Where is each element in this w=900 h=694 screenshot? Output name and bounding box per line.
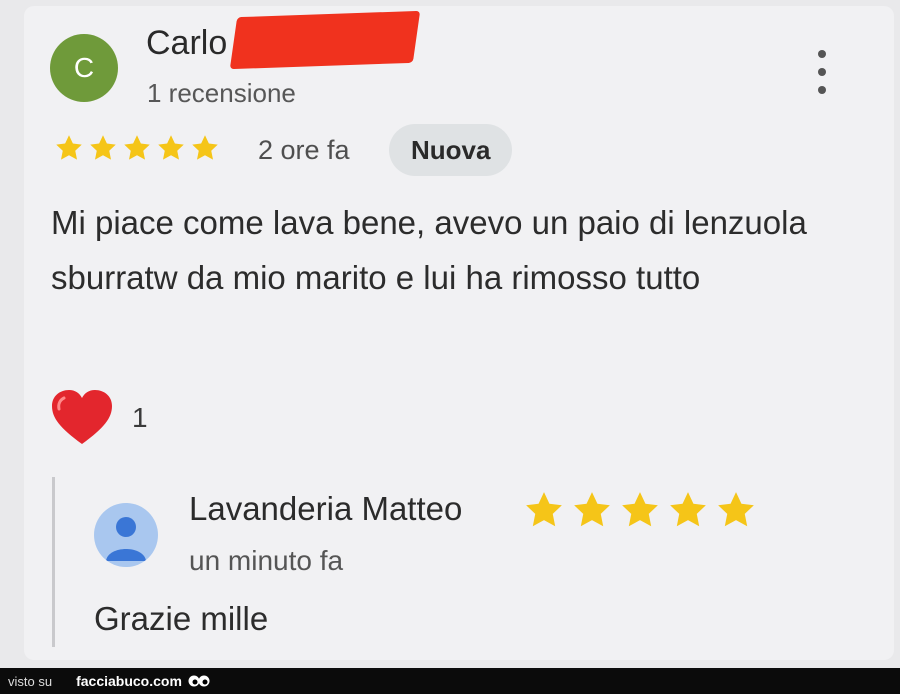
star-icon [192, 135, 218, 160]
review-time: 2 ore fa [258, 135, 350, 165]
review-rating [54, 133, 220, 163]
watermark-site: facciabuco.com [76, 673, 182, 689]
author-avatar[interactable]: C [50, 34, 118, 102]
owner-reply-text: Grazie mille [94, 600, 269, 637]
star-icon [670, 492, 706, 527]
more-vert-icon[interactable] [808, 50, 836, 94]
star-icon [718, 492, 754, 527]
author-name[interactable]: Carlo [146, 24, 227, 63]
reply-divider [52, 477, 55, 647]
review-text: Mi piace come lava bene, avevo un paio d… [51, 204, 807, 296]
star-icon [574, 492, 610, 527]
avatar-letter: C [73, 52, 95, 83]
owner-name[interactable]: Lavanderia Matteo [189, 490, 462, 528]
star-icon [90, 135, 116, 160]
eyes-icon [188, 675, 210, 687]
redaction-mark [229, 10, 421, 70]
new-badge: Nuova [389, 124, 513, 176]
like-count: 1 [132, 402, 148, 433]
person-icon[interactable] [94, 503, 158, 567]
author-review-count: 1 recensione [147, 78, 296, 108]
watermark-bar: visto su facciabuco.com [0, 668, 900, 694]
star-icon [526, 492, 562, 527]
star-icon [622, 492, 658, 527]
heart-icon[interactable] [50, 388, 114, 448]
star-icon [124, 135, 150, 160]
star-icon [56, 135, 82, 160]
watermark-label: visto su [8, 673, 53, 689]
owner-reply-time: un minuto fa [189, 545, 344, 576]
star-icon [158, 135, 184, 160]
owner-rating [523, 489, 757, 531]
